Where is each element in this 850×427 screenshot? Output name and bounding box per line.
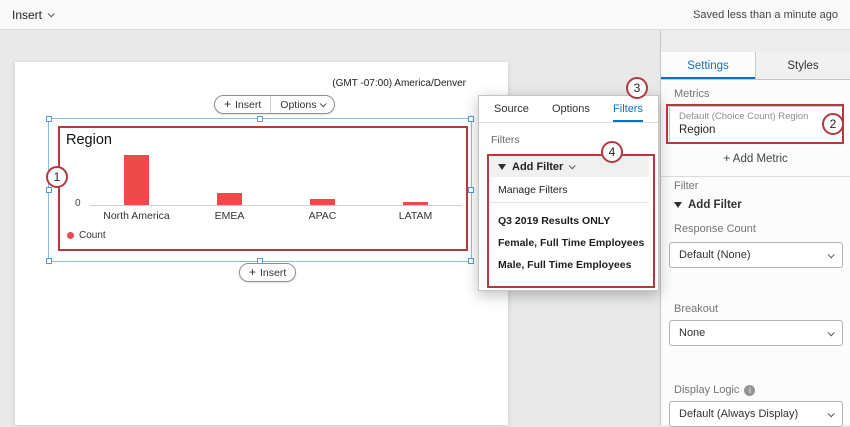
tab-styles[interactable]: Styles	[755, 52, 850, 79]
widget-edit-panel: Source Options Filters Filters Add Filte…	[478, 95, 659, 291]
bar-category-label: North America	[90, 210, 183, 222]
topbar: Insert Saved less than a minute ago	[0, 0, 850, 30]
resize-handle[interactable]	[468, 116, 474, 122]
tab-filters[interactable]: Filters	[613, 96, 643, 122]
options-button-label: Options	[280, 99, 316, 111]
resize-handle[interactable]	[257, 116, 263, 122]
add-filter-label: Add Filter	[512, 161, 563, 173]
plus-icon: +	[249, 266, 256, 278]
filter-funnel-icon	[674, 202, 682, 208]
info-icon: i	[744, 385, 755, 396]
tab-settings[interactable]: Settings	[661, 52, 755, 79]
add-metric-label: Add Metric	[733, 153, 788, 165]
menu-item-filter[interactable]: Q3 2019 Results ONLY	[498, 215, 610, 227]
insert-button[interactable]: + Insert	[215, 96, 270, 113]
insert-menu-label: Insert	[12, 8, 42, 22]
response-count-value: Default (None)	[679, 249, 751, 261]
sidebar-add-filter-button[interactable]: Add Filter	[674, 199, 742, 211]
insert-below-button[interactable]: + Insert	[239, 263, 296, 282]
bar-emea	[217, 193, 242, 205]
menu-item-filter[interactable]: Male, Full Time Employees	[498, 259, 631, 271]
y-axis-zero-label: 0	[75, 198, 81, 209]
breakout-select[interactable]: None	[669, 320, 843, 346]
bar-chart	[90, 155, 462, 205]
resize-handle[interactable]	[46, 187, 52, 193]
widget-toolbar: + Insert Options	[214, 95, 335, 114]
plus-icon: +	[723, 151, 730, 165]
chart-title: Region	[66, 132, 112, 148]
timezone-label: (GMT -07:00) America/Denver	[332, 78, 466, 89]
menu-item-filter[interactable]: Female, Full Time Employees	[498, 237, 644, 249]
callout-1: 1	[46, 166, 68, 188]
bar-north-america	[124, 155, 149, 205]
plus-icon: +	[224, 98, 231, 110]
bar-column	[183, 155, 276, 205]
bar-category-label: EMEA	[183, 210, 276, 222]
resize-handle[interactable]	[46, 258, 52, 264]
metrics-label: Metrics	[674, 88, 709, 100]
display-logic-label: Display Logic i	[674, 384, 755, 396]
legend-label: Count	[79, 230, 106, 241]
divider	[661, 176, 850, 177]
bar-column	[276, 155, 369, 205]
chevron-down-icon	[828, 329, 835, 336]
callout-2: 2	[822, 113, 844, 135]
callout-3: 3	[626, 77, 648, 99]
panel-tabs: Source Options Filters	[479, 96, 658, 123]
menu-divider	[490, 202, 649, 203]
sidebar-add-filter-label: Add Filter	[688, 199, 742, 211]
legend-dot-icon	[67, 232, 74, 239]
chart-legend: Count	[67, 230, 106, 241]
filters-section-label: Filters	[491, 134, 520, 146]
display-logic-label-text: Display Logic	[674, 384, 739, 396]
insert-button-label: Insert	[235, 99, 261, 111]
settings-sidebar: Settings Styles Metrics Default (Choice …	[660, 30, 850, 425]
callout-4: 4	[601, 141, 623, 163]
chevron-down-icon	[828, 251, 835, 258]
metric-subtitle: Default (Choice Count) Region	[679, 111, 833, 122]
chevron-down-icon	[569, 162, 576, 169]
resize-handle[interactable]	[46, 116, 52, 122]
menu-item-manage-filters[interactable]: Manage Filters	[498, 184, 567, 196]
save-status: Saved less than a minute ago	[693, 9, 838, 21]
breakout-label: Breakout	[674, 303, 718, 315]
bar-category-label: APAC	[276, 210, 369, 222]
add-filter-dropdown[interactable]: Add Filter	[490, 156, 649, 177]
bar-column	[369, 155, 462, 205]
insert-menu[interactable]: Insert	[12, 8, 53, 22]
tab-source[interactable]: Source	[494, 96, 529, 122]
chevron-down-icon	[828, 410, 835, 417]
metric-title: Region	[679, 124, 833, 136]
insert-below-label: Insert	[260, 267, 286, 279]
sidebar-tabs: Settings Styles	[661, 52, 850, 80]
response-count-select[interactable]: Default (None)	[669, 242, 843, 268]
add-metric-button[interactable]: + Add Metric	[661, 152, 850, 165]
resize-handle[interactable]	[468, 258, 474, 264]
tab-options[interactable]: Options	[552, 96, 590, 122]
report-page: (GMT -07:00) America/Denver + Insert Opt…	[15, 62, 508, 425]
response-count-label: Response Count	[674, 223, 756, 235]
breakout-value: None	[679, 327, 705, 339]
resize-handle[interactable]	[468, 187, 474, 193]
filter-label: Filter	[674, 180, 698, 192]
bar-category-label: LATAM	[369, 210, 462, 222]
bar-labels: North AmericaEMEAAPACLATAM	[90, 210, 462, 222]
options-button[interactable]: Options	[270, 96, 334, 113]
display-logic-value: Default (Always Display)	[679, 408, 798, 420]
chevron-down-icon	[48, 10, 55, 17]
x-axis-line	[90, 205, 462, 206]
metric-item[interactable]: Default (Choice Count) Region Region	[669, 106, 843, 143]
filter-funnel-icon	[498, 164, 506, 170]
chevron-down-icon	[320, 100, 327, 107]
bar-column	[90, 155, 183, 205]
display-logic-select[interactable]: Default (Always Display)	[669, 401, 843, 427]
